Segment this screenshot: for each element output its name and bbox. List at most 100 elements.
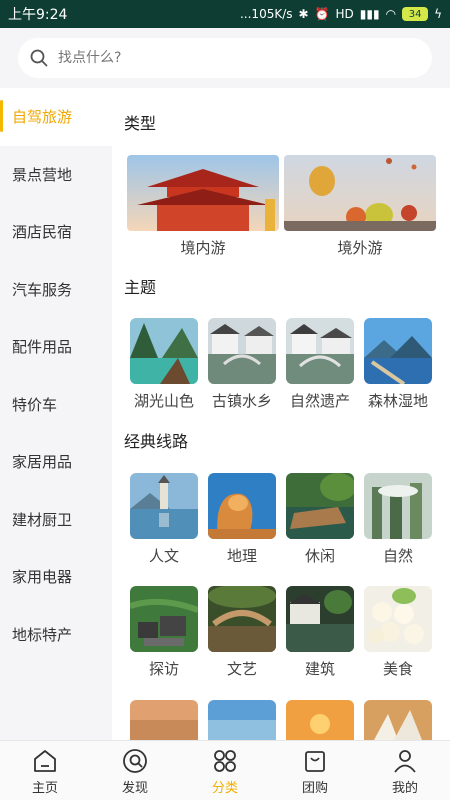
- card-label: 地理: [226, 547, 257, 565]
- sidebar-item-building[interactable]: 建材厨卫: [0, 491, 112, 549]
- network-speed: ...105K/s: [239, 7, 293, 21]
- sidebar-item-label: 家居用品: [12, 453, 73, 472]
- beach-image: [208, 700, 276, 740]
- sidebar-item-label: 酒店民宿: [12, 223, 73, 242]
- lake-image: [130, 318, 198, 384]
- status-time: 上午9:24: [8, 7, 68, 23]
- nav-home[interactable]: 主页: [0, 741, 90, 800]
- category-content: 类型 境内游 境外游 主题 湖光山色 古镇水乡 自然遗产 森林湿地 经典线路 人…: [112, 88, 450, 740]
- sidebar-item-specialty[interactable]: 地标特产: [0, 606, 112, 664]
- card-route-leisure[interactable]: 休闲: [286, 473, 354, 566]
- card-route-food[interactable]: 美食: [364, 586, 432, 679]
- status-indicators: ...105K/s ✱ ⏰ HD ▮▮▮ ◠ 34 ϟ: [240, 7, 442, 21]
- category-sidebar: 自驾旅游 景点营地 酒店民宿 汽车服务 配件用品 特价车 家居用品 建材厨卫 家…: [0, 88, 112, 740]
- card-route-arts[interactable]: 文艺: [208, 586, 276, 679]
- card-route-partial-2[interactable]: [208, 700, 276, 740]
- water-town-image: [208, 318, 276, 384]
- battery-icon: 34: [402, 7, 429, 21]
- profile-icon: [394, 750, 416, 773]
- card-lake-mountain[interactable]: 湖光山色: [130, 318, 198, 411]
- mountain-peaks-image: [364, 473, 432, 539]
- sidebar-item-car-service[interactable]: 汽车服务: [0, 261, 112, 319]
- pagoda-image: [130, 473, 198, 539]
- yoga-sunset-image: [286, 700, 354, 740]
- card-outbound-travel[interactable]: 境外游: [284, 155, 436, 258]
- home-icon: [34, 750, 56, 772]
- card-label: 文艺: [226, 660, 257, 678]
- opera-house-image: [364, 700, 432, 740]
- card-route-partial-4[interactable]: [364, 700, 432, 740]
- card-label: 湖光山色: [133, 392, 194, 410]
- sidebar-item-label: 特价车: [12, 395, 58, 414]
- rock-formation-image: [208, 473, 276, 539]
- bridge-canal-image: [208, 586, 276, 652]
- card-water-town[interactable]: 古镇水乡: [208, 318, 276, 411]
- nav-discover[interactable]: 发现: [90, 741, 180, 800]
- status-bar: 上午9:24 ...105K/s ✱ ⏰ HD ▮▮▮ ◠ 34 ϟ: [0, 0, 450, 28]
- card-label: 探访: [148, 660, 179, 678]
- card-label: 自然遗产: [289, 392, 350, 410]
- wifi-icon: ◠: [385, 7, 397, 21]
- card-route-partial-1[interactable]: [130, 700, 198, 740]
- category-icon: [214, 750, 236, 772]
- heritage-image: [286, 318, 354, 384]
- card-label: 人文: [148, 547, 179, 565]
- section-title-routes: 经典线路: [124, 432, 189, 451]
- sidebar-item-label: 配件用品: [12, 338, 73, 357]
- card-label: 美食: [382, 660, 413, 678]
- card-label: 自然: [382, 547, 413, 565]
- sidebar-item-label: 建材厨卫: [12, 510, 73, 529]
- bottom-navigation: 主页 发现 分类 团购 我的: [0, 740, 450, 800]
- card-label: 建筑: [304, 660, 335, 678]
- signal-label: HD: [335, 7, 354, 21]
- search-area: [0, 28, 450, 88]
- signal-icon: ▮▮▮: [359, 7, 380, 21]
- couple-sunset-image: [130, 700, 198, 740]
- nav-category[interactable]: 分类: [180, 741, 270, 800]
- card-route-explore[interactable]: 探访: [130, 586, 198, 679]
- card-route-architecture[interactable]: 建筑: [286, 586, 354, 679]
- sidebar-item-accessories[interactable]: 配件用品: [0, 318, 112, 376]
- card-route-geography[interactable]: 地理: [208, 473, 276, 566]
- sidebar-item-special-car[interactable]: 特价车: [0, 376, 112, 434]
- sidebar-item-self-drive[interactable]: 自驾旅游: [0, 88, 112, 146]
- search-bar[interactable]: [18, 38, 432, 78]
- nav-group-buy[interactable]: 团购: [270, 741, 360, 800]
- sidebar-item-hotel[interactable]: 酒店民宿: [0, 203, 112, 261]
- card-label: 境内游: [180, 239, 226, 257]
- nav-label: 发现: [121, 781, 148, 796]
- card-natural-heritage[interactable]: 自然遗产: [286, 318, 354, 411]
- card-route-partial-3[interactable]: [286, 700, 354, 740]
- card-label: 森林湿地: [367, 392, 428, 410]
- nav-profile[interactable]: 我的: [360, 741, 450, 800]
- section-title-type: 类型: [124, 114, 157, 133]
- wetland-image: [364, 318, 432, 384]
- canal-houses-image: [286, 586, 354, 652]
- card-route-culture[interactable]: 人文: [130, 473, 198, 566]
- card-label: 古镇水乡: [211, 392, 272, 410]
- boardwalk-image: [286, 473, 354, 539]
- group-buy-icon: [305, 751, 325, 772]
- sidebar-item-home[interactable]: 家居用品: [0, 433, 112, 491]
- section-title-theme: 主题: [124, 278, 157, 297]
- nav-label: 我的: [391, 781, 418, 796]
- temple-image: [127, 155, 279, 231]
- sidebar-item-label: 景点营地: [12, 165, 73, 184]
- card-route-nature[interactable]: 自然: [364, 473, 432, 566]
- card-domestic-travel[interactable]: 境内游: [127, 155, 279, 258]
- sidebar-item-appliances[interactable]: 家用电器: [0, 548, 112, 606]
- nav-label: 分类: [211, 781, 238, 796]
- village-image: [130, 586, 198, 652]
- search-input[interactable]: [58, 50, 398, 66]
- nav-label: 主页: [31, 781, 58, 796]
- search-icon: [30, 49, 48, 67]
- sidebar-item-scenic-camp[interactable]: 景点营地: [0, 146, 112, 204]
- sidebar-item-label: 自驾旅游: [12, 108, 73, 127]
- sidebar-item-label: 家用电器: [12, 568, 73, 587]
- bluetooth-icon: ✱: [298, 7, 309, 21]
- dumplings-image: [364, 586, 432, 652]
- card-label: 休闲: [304, 547, 335, 565]
- sidebar-item-label: 汽车服务: [12, 280, 73, 299]
- nav-label: 团购: [301, 781, 328, 796]
- card-forest-wetland[interactable]: 森林湿地: [364, 318, 432, 411]
